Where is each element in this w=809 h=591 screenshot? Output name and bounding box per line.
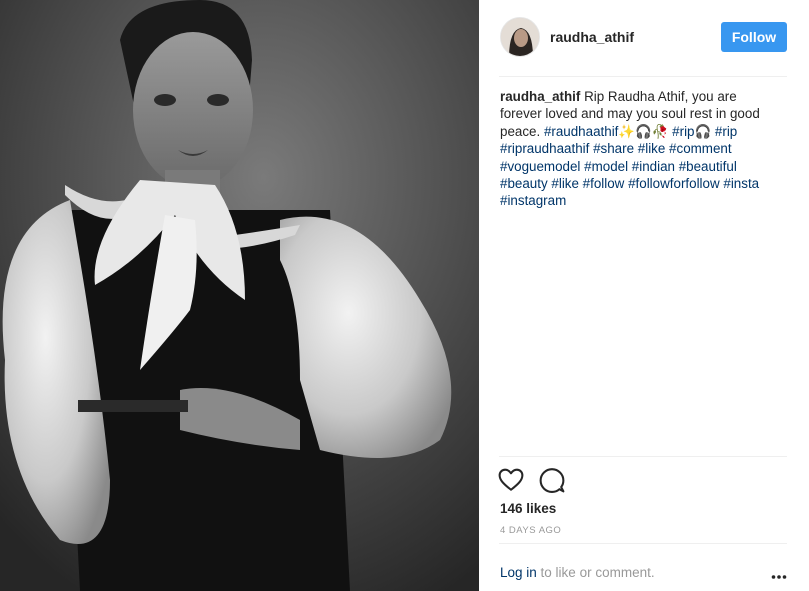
login-link[interactable]: Log in	[500, 565, 537, 580]
hashtag-link[interactable]: #model	[584, 159, 628, 174]
avatar[interactable]	[500, 17, 540, 57]
hashtag-link[interactable]: #ripraudhaathif	[500, 141, 589, 156]
hashtag-link[interactable]: #beauty	[500, 176, 548, 191]
hashtag-link[interactable]: #indian	[632, 159, 675, 174]
login-prompt: Log in to like or comment.	[500, 565, 655, 580]
hashtag-link[interactable]: #like	[638, 141, 666, 156]
follow-button[interactable]: Follow	[721, 22, 787, 52]
comment-icon[interactable]	[539, 467, 565, 493]
portrait-image	[0, 0, 479, 591]
login-suffix: to like or comment.	[536, 565, 655, 580]
avatar-image	[501, 18, 539, 56]
heart-icon[interactable]	[498, 467, 524, 493]
hashtag-link[interactable]: #like	[551, 176, 579, 191]
footer-divider	[499, 543, 787, 544]
post-details-panel: raudha_athif Follow raudha_athif Rip Rau…	[479, 0, 809, 591]
header-divider	[499, 76, 787, 77]
hashtag-link[interactable]: #rip🎧	[672, 124, 711, 139]
post-timestamp[interactable]: 4 DAYS AGO	[500, 525, 561, 536]
post-caption: raudha_athif Rip Raudha Athif, you are f…	[500, 88, 780, 210]
hashtag-link[interactable]: #insta	[723, 176, 759, 191]
hashtag-link[interactable]: #follow	[583, 176, 625, 191]
caption-username[interactable]: raudha_athif	[500, 89, 580, 104]
hashtag-link[interactable]: #rip	[715, 124, 737, 139]
more-options-icon[interactable]	[771, 568, 787, 579]
post-username[interactable]: raudha_athif	[550, 29, 634, 45]
hashtag-link[interactable]: #voguemodel	[500, 159, 580, 174]
hashtag-link[interactable]: #share	[593, 141, 634, 156]
post-header: raudha_athif Follow	[479, 0, 809, 76]
likes-count[interactable]: 146 likes	[500, 501, 556, 516]
hashtag-link[interactable]: #beautiful	[679, 159, 737, 174]
actions-divider	[499, 456, 787, 457]
hashtag-link[interactable]: #comment	[669, 141, 732, 156]
post-photo[interactable]	[0, 0, 479, 591]
hashtag-link[interactable]: #instagram	[500, 193, 566, 208]
hashtag-link[interactable]: #followforfollow	[628, 176, 720, 191]
hashtag-link[interactable]: #raudhaathif✨🎧🥀	[544, 124, 668, 139]
